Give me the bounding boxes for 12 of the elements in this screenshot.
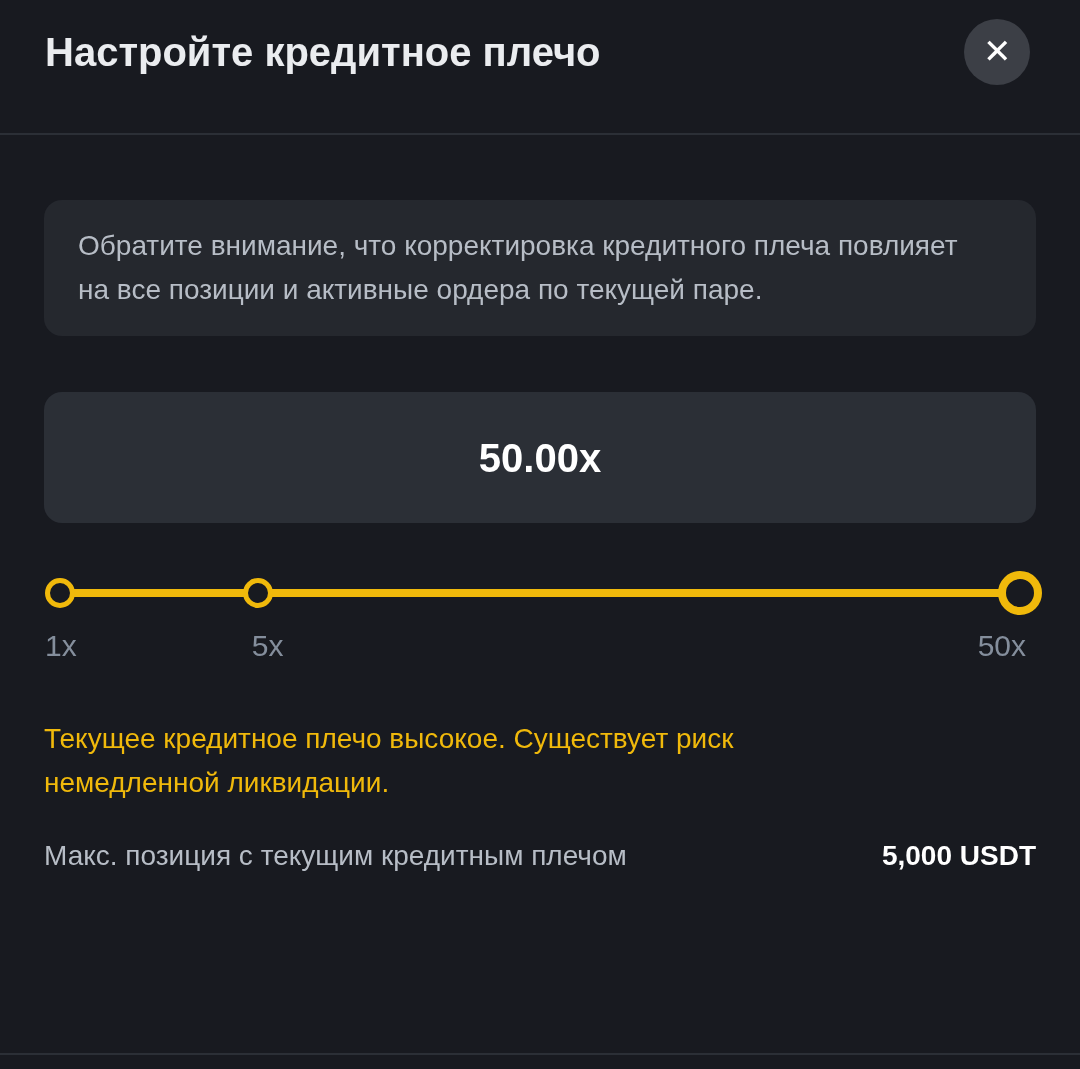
close-button[interactable]: ✕ xyxy=(964,18,1030,85)
warning-text: Текущее кредитное плечо высокое. Существует риск немедленной ликвидации. xyxy=(44,722,735,800)
slider-label: 50x xyxy=(977,628,1026,664)
notice-box: Обратите внимание, что корректировка кредитного плеча повлияет на все позиции и активные ордера по текущей паре. xyxy=(44,200,1036,336)
slider-thumb[interactable] xyxy=(998,571,1042,615)
slider-label: 1x xyxy=(45,628,77,664)
max-position-value: 5,000 USDT xyxy=(881,839,1036,873)
dialog-title: Настройте кредитное плечо xyxy=(45,28,601,76)
leverage-field[interactable]: 50.00x xyxy=(44,392,1036,523)
slider-label: 5x xyxy=(251,628,284,664)
max-position-label: Макс. позиция с текущим кредитным плечом xyxy=(44,839,627,873)
slider-mark[interactable] xyxy=(45,578,75,608)
